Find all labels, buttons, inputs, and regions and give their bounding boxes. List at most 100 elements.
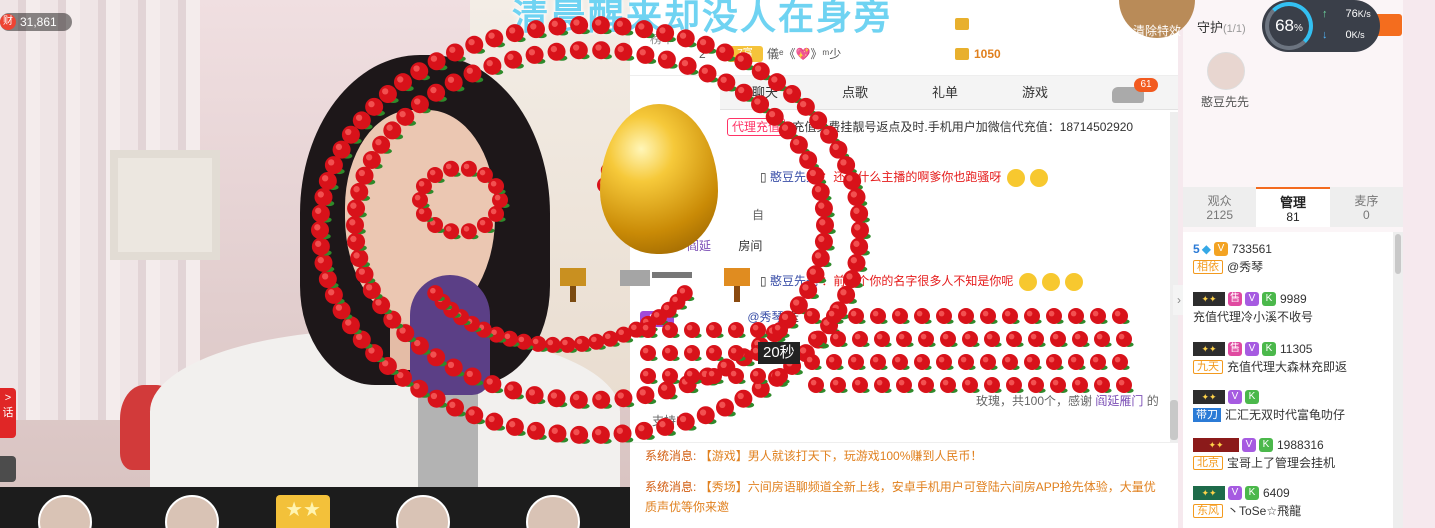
hammer-handle	[652, 272, 692, 278]
chevron-right-icon: ›	[1177, 293, 1181, 307]
mic-avatar[interactable]	[165, 495, 219, 528]
system-label: 系统消息:	[645, 449, 697, 463]
gift-message: 8富 @秀琴 送	[640, 308, 799, 327]
tab-count: 2125	[1206, 208, 1234, 222]
network-monitor: 68% ↑ 76K/s ↓ 0K/s	[1262, 0, 1380, 52]
user-name: 宝哥上了管理会挂机	[1227, 456, 1336, 470]
vip-badge-icon: V	[1228, 390, 1242, 404]
background-window	[110, 150, 220, 260]
agent-message: 代理充值 充值免费挂靓号返点及时.手机用户加微信代充值：18714502920	[727, 118, 1133, 136]
tab-gift-list[interactable]: 礼单	[900, 76, 990, 109]
family-badge-icon: ✦✦	[1193, 438, 1239, 452]
hammer-icon	[724, 268, 750, 286]
net-up-value: 76	[1345, 8, 1358, 20]
laugh-emoji-icon	[1030, 168, 1049, 187]
grin-emoji-icon	[1042, 272, 1061, 291]
rank-user-name[interactable]: 儀ᵉ《💖》ᵐ少	[767, 44, 841, 64]
king-badge-icon: K	[1259, 438, 1273, 452]
family-badge-icon: ✦✦	[1193, 342, 1225, 356]
side-chat-toggle[interactable]: > 话	[0, 388, 16, 438]
gift-thanks-user[interactable]: 阎延雁门	[1095, 394, 1143, 408]
grin-emoji-icon	[1018, 272, 1037, 291]
mic-avatar[interactable]	[526, 495, 580, 528]
rank-coin-value: 1050	[974, 47, 1001, 61]
side-mic-toggle[interactable]	[0, 456, 16, 482]
list-item[interactable]: 5 ◆ V 733561 相依 @秀琴	[1193, 240, 1393, 276]
tab-games[interactable]: 游戏	[990, 76, 1080, 109]
king-badge-icon: K	[1245, 486, 1259, 500]
clear-effects-button[interactable]: ✕ 清除特效	[1119, 0, 1195, 38]
guard-name[interactable]: 憨豆先先	[1201, 93, 1249, 110]
user-id: 733561	[1231, 242, 1272, 256]
chat-fragment: 自	[752, 208, 765, 222]
chat-user[interactable]: 憨豆先先	[770, 170, 818, 184]
clear-effects-label: 清除特效	[1132, 24, 1181, 38]
tab-song-request[interactable]: 点歌	[810, 76, 900, 109]
tab-mic-queue[interactable]: 麦序 0	[1330, 187, 1403, 227]
system-text[interactable]: 【游戏】男人就该打天下，玩游戏100%赚到人民币！	[700, 449, 983, 463]
list-item[interactable]: ✦✦ V K 1988316 北京 宝哥上了管理会挂机	[1193, 436, 1393, 472]
coin-icon	[955, 48, 969, 60]
chevron-right-icon: >	[4, 392, 12, 404]
tab-chat[interactable]: 聊天	[720, 76, 810, 109]
user-name: 充值代理大森林充即返	[1227, 360, 1348, 374]
microphone	[410, 275, 490, 395]
tab-count: 0	[1362, 208, 1370, 222]
net-download: ↓ 0K/s	[1322, 29, 1365, 41]
mic-avatar[interactable]	[396, 495, 450, 528]
gift-thanks-text: 玫瑰，共100个，感谢	[976, 394, 1093, 408]
admin-list-scroll-thumb[interactable]	[1395, 234, 1401, 274]
car-count-badge: 61	[1134, 78, 1158, 92]
list-item[interactable]: ✦✦ V K 6409 东风 丶ToSe☆飛龍	[1193, 484, 1393, 520]
gift-thanks-line2: 支持!	[652, 414, 680, 428]
system-text[interactable]: 【秀场】六间房语聊频道全新上线，安卓手机用户可登陆六间房APP抢先体验，大量优质…	[645, 480, 1156, 514]
seller-badge: 售	[1228, 292, 1242, 306]
user-id: 1988316	[1277, 438, 1324, 452]
chat-scroll-thumb[interactable]	[1170, 400, 1178, 440]
gift-thanks: 玫瑰，共100个，感谢 阎延雁门 的	[976, 392, 1159, 409]
chat-scrollbar[interactable]	[1170, 112, 1178, 442]
king-badge-icon: K	[1262, 342, 1276, 356]
king-badge-icon: K	[1262, 292, 1276, 306]
enter-tail: 房间	[738, 239, 763, 253]
live-room: 财 31,861 > 话 ★★ 榜单 2 7富 儀ᵉ《💖》ᵐ少 1050 聊天 …	[0, 0, 1435, 528]
rank-row: 2 7富 儀ᵉ《💖》ᵐ少 1050	[630, 44, 1178, 66]
mic-avatar[interactable]	[38, 495, 92, 528]
wealth-count: 31,861	[20, 15, 57, 29]
gift-verb: 送	[786, 310, 799, 324]
net-up-unit: K/s	[1357, 9, 1371, 19]
list-item[interactable]: ✦✦ 售 V K 11305 九天 充值代理大森林充即返	[1193, 340, 1393, 376]
star-avatar[interactable]: ★★	[276, 495, 330, 528]
guard-count: (1/1)	[1223, 23, 1246, 35]
user-name: @秀琴	[1227, 260, 1264, 274]
tab-label: 麦序	[1354, 194, 1379, 208]
hammer-icon	[560, 268, 586, 286]
arrow-up-icon: ↑	[1322, 8, 1328, 20]
family-badge-icon: ✦✦	[1193, 390, 1225, 404]
net-percent: 68	[1275, 16, 1294, 35]
user-tag: 带刀	[1193, 408, 1221, 422]
tab-spacer	[630, 76, 720, 110]
chat-message: ▯ 憨豆先先 ：还说什么主播的啊爹你也跑骚呀	[760, 168, 1049, 187]
tab-label: 管理	[1279, 195, 1306, 210]
seller-badge: 售	[1228, 342, 1242, 356]
user-name: 充值代理冷小溪不收号	[1193, 310, 1314, 324]
system-message: 系统消息: 【秀场】六间房语聊频道全新上线，安卓手机用户可登陆六间房APP抢先体…	[645, 477, 1165, 517]
system-messages: 系统消息: 【游戏】男人就该打天下，玩游戏100%赚到人民币！ 系统消息: 【秀…	[630, 442, 1178, 528]
chat-text: ：前改个你的名字很多人不知是你呢	[821, 274, 1014, 288]
tab-label: 观众	[1207, 194, 1232, 208]
chat-user[interactable]: 憨豆先先	[770, 274, 818, 288]
list-item[interactable]: ✦✦ V K 带刀 汇汇无双时代富龟叻仔	[1193, 388, 1393, 424]
guard-avatar[interactable]	[1207, 52, 1245, 90]
tab-admins[interactable]: 管理 81	[1256, 187, 1330, 227]
admin-list-scrollbar[interactable]	[1393, 232, 1403, 528]
mic-queue-strip: ★★	[0, 487, 630, 528]
agent-pill[interactable]: 代理充值	[727, 118, 786, 136]
grin-emoji-icon	[1065, 272, 1084, 291]
video-player[interactable]: 财 31,861 > 话	[0, 0, 630, 487]
tab-audience[interactable]: 观众 2125	[1183, 187, 1256, 227]
hammer-icon	[620, 270, 650, 286]
phone-icon: ▯	[760, 170, 767, 184]
list-item[interactable]: ✦✦ 售 V K 9989 充值代理冷小溪不收号	[1193, 290, 1393, 326]
gift-target[interactable]: @秀琴	[747, 310, 783, 324]
